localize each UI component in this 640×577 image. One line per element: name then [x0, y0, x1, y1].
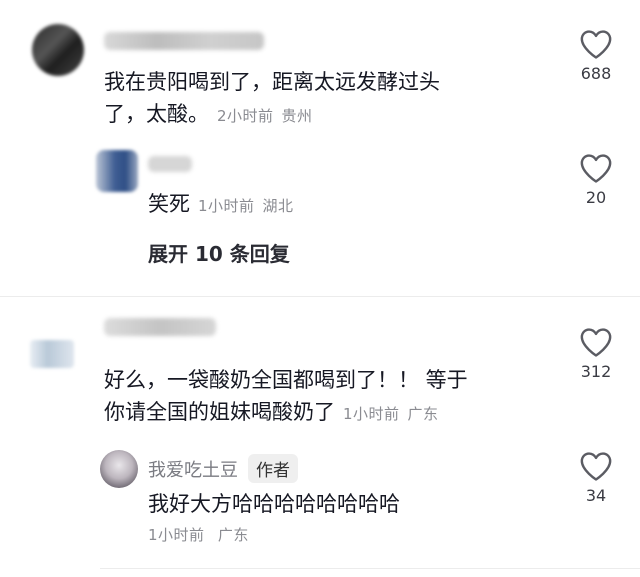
timestamp: 2小时前: [217, 107, 274, 125]
location: 贵州: [281, 107, 313, 125]
comment-text-tail: 了，太酸。: [104, 102, 209, 126]
heart-icon[interactable]: [579, 28, 613, 60]
timestamp: 1小时前: [198, 197, 255, 215]
reply-meta: 1小时前 广东: [148, 524, 249, 545]
reply-username[interactable]: 我爱吃土豆: [148, 456, 238, 482]
like-control[interactable]: 688: [556, 28, 636, 83]
heart-icon[interactable]: [579, 326, 613, 358]
comment-text: 我在贵阳喝到了，距离太远发酵过头 了，太酸。 2小时前 贵州: [104, 66, 564, 132]
avatar[interactable]: [30, 340, 74, 368]
reply-like-control[interactable]: 34: [556, 450, 636, 505]
avatar[interactable]: [32, 24, 84, 76]
heart-icon[interactable]: [579, 152, 613, 184]
like-count: 20: [585, 188, 607, 207]
reply-text-body: 笑死: [148, 192, 190, 216]
like-count: 688: [580, 64, 612, 83]
like-control[interactable]: 312: [556, 326, 636, 381]
username-blurred[interactable]: [104, 32, 264, 50]
timestamp: 1小时前: [343, 405, 400, 423]
reply-text: 我好大方哈哈哈哈哈哈哈哈: [148, 492, 400, 516]
comment-text-line: 我在贵阳喝到了，距离太远发酵过头: [104, 70, 440, 94]
reply-text: 笑死 1小时前 湖北: [148, 188, 294, 222]
comment-text-line: 好么，一袋酸奶全国都喝到了！！ 等于: [104, 368, 468, 392]
comment-text-line: 了，太酸。 2小时前 贵州: [104, 98, 564, 132]
reply-header: 我爱吃土豆 作者: [148, 454, 298, 483]
reply-like-control[interactable]: 20: [556, 152, 636, 207]
reply-avatar[interactable]: [96, 150, 138, 192]
divider: [100, 568, 640, 569]
username-blurred[interactable]: [104, 318, 216, 336]
divider: [0, 296, 640, 297]
location: 广东: [217, 526, 249, 544]
expand-replies-button[interactable]: 展开 10 条回复: [148, 238, 290, 267]
like-count: 34: [585, 486, 607, 505]
reply-username-blurred[interactable]: [148, 156, 192, 172]
comment-text: 好么，一袋酸奶全国都喝到了！！ 等于 你请全国的姐妹喝酸奶了 1小时前 广东: [104, 364, 564, 430]
location: 湖北: [262, 197, 294, 215]
comment-text-tail: 你请全国的姐妹喝酸奶了: [104, 400, 335, 424]
location: 广东: [407, 405, 439, 423]
timestamp: 1小时前: [148, 526, 205, 544]
like-count: 312: [580, 362, 612, 381]
reply-avatar[interactable]: [100, 450, 138, 488]
heart-icon[interactable]: [579, 450, 613, 482]
author-badge: 作者: [248, 454, 298, 483]
comment-text-line: 你请全国的姐妹喝酸奶了 1小时前 广东: [104, 396, 564, 430]
